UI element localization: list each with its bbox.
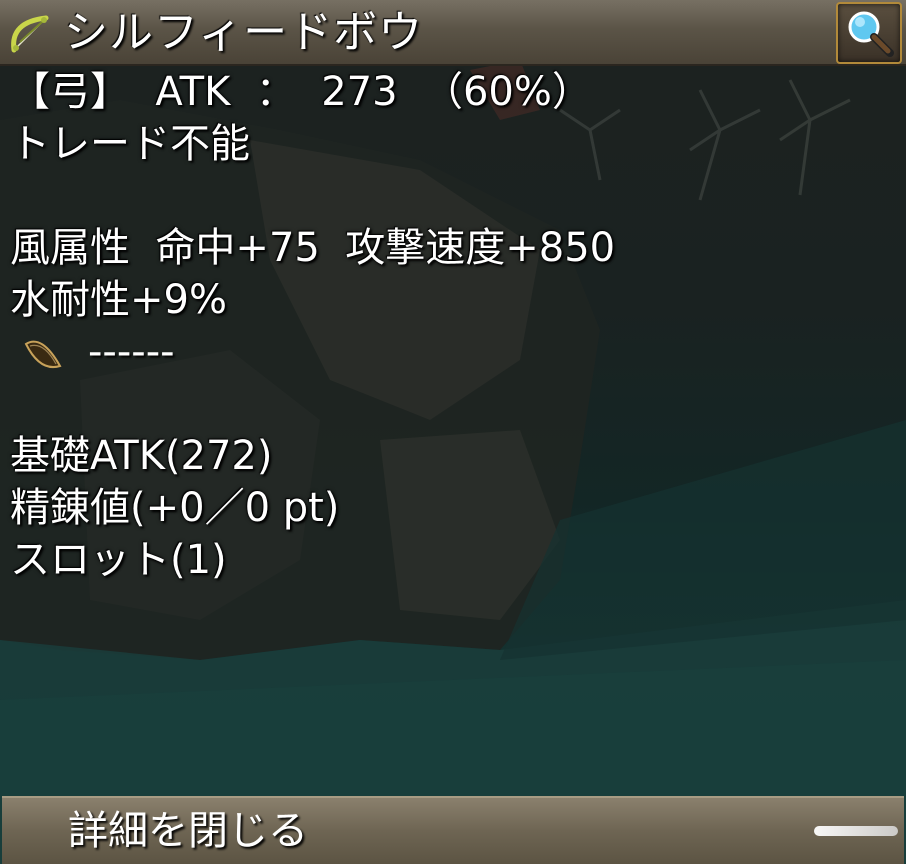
scroll-indicator (814, 826, 898, 836)
bow-icon (6, 12, 58, 54)
item-title-bar: シルフィードボウ (0, 0, 906, 66)
item-name: シルフィードボウ (64, 7, 424, 58)
card-slot-text: ------ (88, 329, 175, 375)
close-details-button[interactable]: 詳細を閉じる (2, 796, 904, 864)
magnifier-icon (848, 11, 894, 57)
magnify-button[interactable] (836, 2, 902, 64)
trade-status-line: トレード不能 (10, 121, 250, 167)
resist-line: 水耐性+9% (10, 277, 227, 323)
card-slot-icon (20, 332, 68, 374)
close-details-label: 詳細を閉じる (68, 808, 308, 854)
refine-line: 精錬値(+0／0 pt) (10, 485, 340, 531)
slots-line: スロット(1) (10, 537, 227, 583)
stats-line: 風属性 命中+75 攻撃速度+850 (10, 225, 616, 271)
base-atk-line: 基礎ATK(272) (10, 433, 273, 479)
weapon-type-atk-line: 【弓】 ATK ： 273 （60%） (10, 69, 592, 115)
